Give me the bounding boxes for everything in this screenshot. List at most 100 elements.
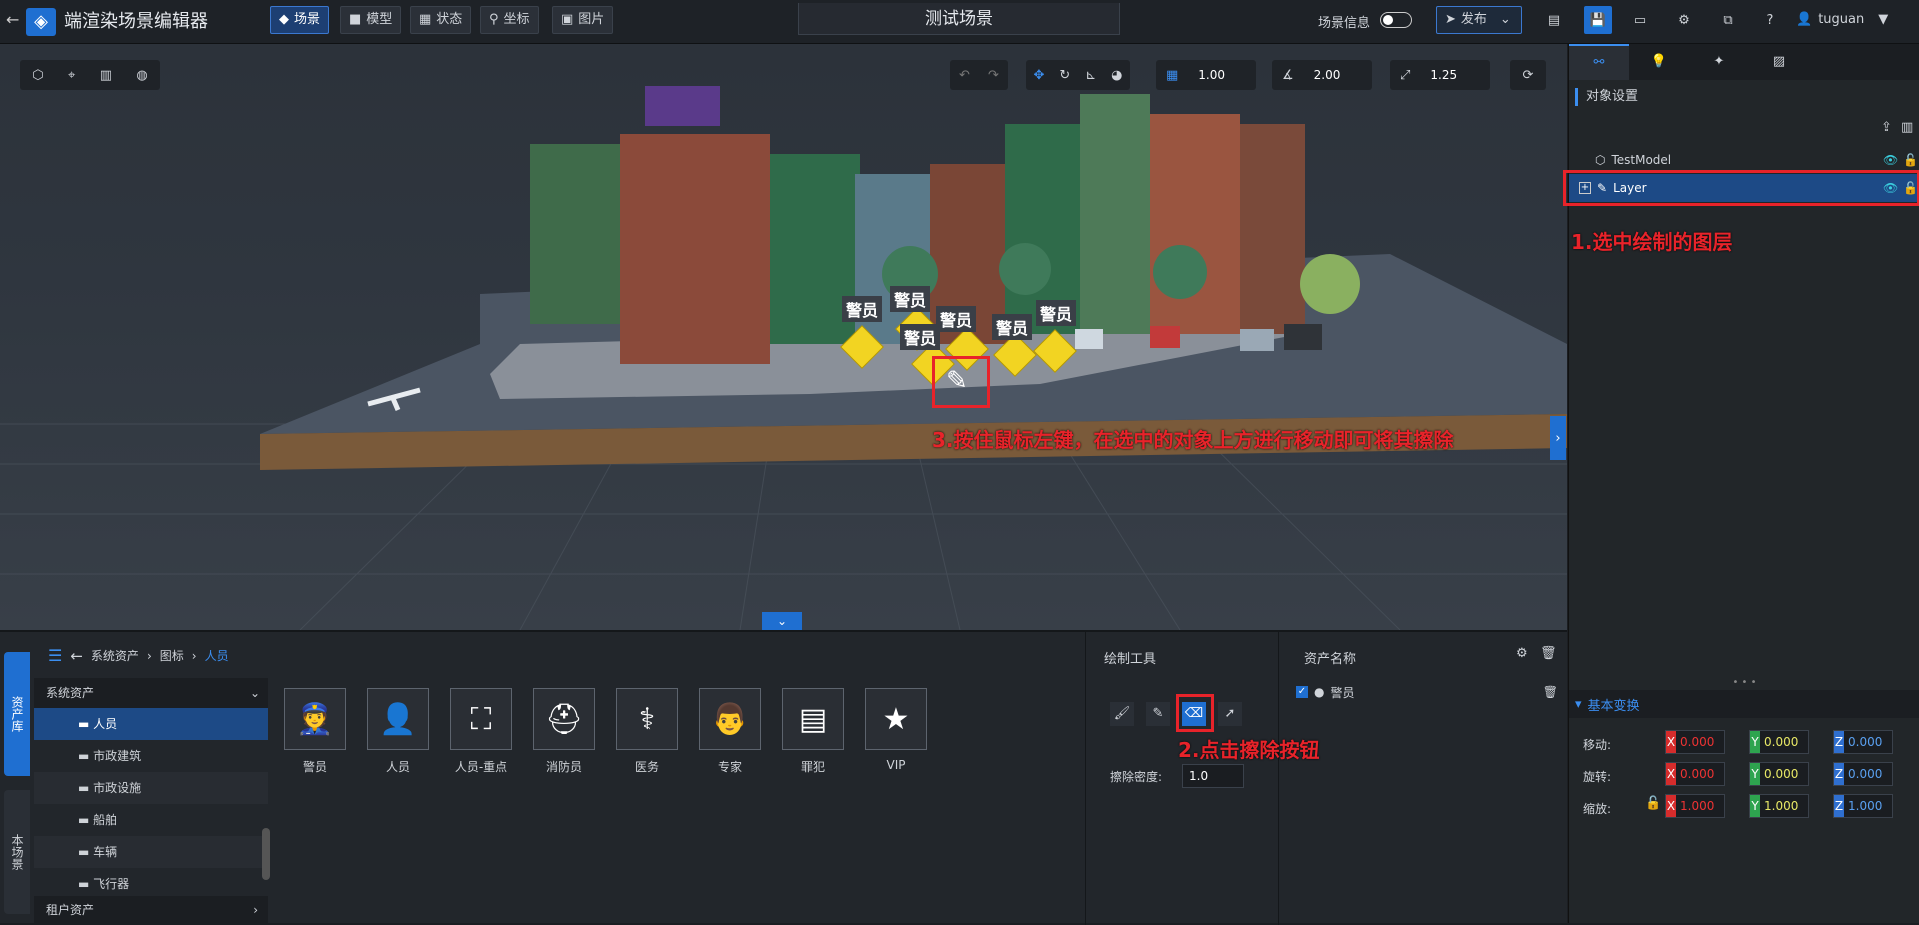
collapse-bottom-panel-button[interactable]: ⌄ — [762, 612, 802, 630]
monitor-icon[interactable]: ▭ — [1626, 6, 1654, 34]
light-tab[interactable]: 💡 — [1629, 44, 1689, 80]
tree-header[interactable]: 系统资产 ⌄ — [34, 678, 268, 708]
rotate-icon[interactable]: ↻ — [1059, 68, 1070, 83]
scale-y-field[interactable]: Y 1.000 — [1749, 794, 1809, 818]
back-icon[interactable]: ← — [70, 647, 83, 665]
tree-item-ships[interactable]: ▬ 船舶 — [34, 804, 268, 836]
tenant-assets-row[interactable]: 租户资产 › — [34, 896, 268, 924]
scale-z-value: 1.000 — [1848, 799, 1883, 813]
asset-expert[interactable]: 👨 专家 — [699, 688, 761, 775]
asset-vip[interactable]: ★ VIP — [865, 688, 927, 772]
move-z-field[interactable]: Z 0.000 — [1833, 730, 1893, 754]
scale-z-field[interactable]: Z 1.000 — [1833, 794, 1893, 818]
grid-snap-control: ▦ 1.00 — [1156, 60, 1256, 90]
view-mode-icon[interactable]: ◕ — [1111, 68, 1122, 83]
breadcrumb-item[interactable]: 图标 — [160, 647, 184, 664]
brush-icon[interactable]: 🖌 — [1110, 702, 1134, 726]
lock-icon[interactable]: 🔓 — [1903, 153, 1918, 167]
breadcrumb-item[interactable]: 人员 — [205, 647, 229, 664]
redo-icon[interactable]: ↷ — [988, 68, 999, 83]
rotate-x-field[interactable]: X 0.000 — [1665, 762, 1725, 786]
visible-eye-icon[interactable]: 👁 — [1883, 153, 1898, 167]
move-x-field[interactable]: X 0.000 — [1665, 730, 1725, 754]
save-icon[interactable]: 💾 — [1584, 6, 1612, 34]
expand-right-panel-button[interactable]: › — [1550, 416, 1566, 460]
user-menu[interactable]: 👤 tuguan ▼ — [1796, 12, 1888, 27]
scale-axis-icon[interactable]: ⊾ — [1085, 68, 1096, 83]
archive-icon[interactable]: ▤ — [1540, 6, 1568, 34]
tab-scene[interactable]: ◆ 场景 — [270, 6, 330, 34]
angle-icon[interactable]: ∡ — [1282, 68, 1294, 83]
tree-scrollbar[interactable] — [262, 828, 270, 880]
menu-icon[interactable]: ☰ — [48, 646, 62, 665]
preview-icon[interactable]: ⧉ — [1714, 6, 1742, 34]
tab-image[interactable]: ▣ 图片 — [552, 6, 614, 34]
side-tab-this-scene[interactable]: 本场景 — [4, 790, 30, 914]
scale-lock-icon[interactable]: 🔓 — [1645, 796, 1661, 811]
expand-icon[interactable]: ⤢ — [1400, 68, 1410, 83]
asset-list-item[interactable]: ✓ ● 警员 🗑 — [1296, 680, 1558, 704]
scene-info-toggle[interactable] — [1380, 12, 1412, 28]
eraser-button-highlight — [1176, 694, 1214, 732]
angle-snap-value[interactable]: 2.00 — [1314, 68, 1341, 82]
breadcrumb-item[interactable]: 系统资产 — [91, 647, 139, 664]
asset-firefighter[interactable]: ⛑ 消防员 — [533, 688, 595, 775]
delete-icon[interactable]: 🗑 — [1543, 685, 1558, 699]
rotate-y-field[interactable]: Y 0.000 — [1749, 762, 1809, 786]
erase-density-input[interactable]: 1.0 — [1182, 764, 1244, 788]
side-tab-asset-library[interactable]: 资产库 — [4, 652, 30, 776]
settings-stack-icon[interactable]: ⚙ — [1670, 6, 1698, 34]
marker-label: 警员 — [992, 314, 1033, 340]
camera-reset-control[interactable]: ⟳ — [1510, 60, 1546, 90]
globe-icon[interactable]: ◍ — [136, 68, 147, 83]
brush-alt-icon[interactable]: ✎ — [1146, 702, 1170, 726]
asset-label: 人员-重点 — [454, 760, 508, 774]
import-icon[interactable]: ⇪ — [1881, 120, 1892, 135]
object-settings-tab[interactable]: ⚯ — [1569, 44, 1629, 80]
cube-view-icon[interactable]: ⬡ — [32, 68, 43, 83]
location-pin-icon[interactable]: ⌖ — [68, 68, 75, 83]
help-icon[interactable]: ? — [1756, 6, 1784, 34]
checkbox-checked-icon[interactable]: ✓ — [1296, 686, 1308, 698]
scale-x-field[interactable]: X 1.000 — [1665, 794, 1725, 818]
settings-gear-icon[interactable]: ⚙ — [1516, 646, 1528, 661]
rotate-z-field[interactable]: Z 0.000 — [1833, 762, 1893, 786]
erase-density-label: 擦除密度: — [1110, 770, 1163, 784]
move-icon[interactable]: ✥ — [1033, 68, 1044, 83]
add-layer-icon[interactable]: ▥ — [1901, 120, 1913, 135]
tab-coordinate[interactable]: ⚲ 坐标 — [480, 6, 539, 34]
move-y-field[interactable]: Y 0.000 — [1749, 730, 1809, 754]
building-add-icon[interactable]: ▥ — [100, 68, 112, 83]
asset-police[interactable]: 👮 警员 — [284, 688, 346, 775]
tab-status[interactable]: ▦ 状态 — [410, 6, 472, 34]
grid-snap-icon[interactable]: ▦ — [1166, 68, 1178, 83]
tree-item-municipal-facilities[interactable]: ▬ 市政设施 — [34, 772, 268, 804]
transform-section-header[interactable]: ▾ 基本变换 — [1569, 690, 1919, 718]
move-y-value: 0.000 — [1764, 735, 1799, 749]
select-arrow-icon[interactable]: ➚ — [1218, 702, 1242, 726]
tab-model[interactable]: ■ 模型 — [340, 6, 402, 34]
tree-item-municipal-buildings[interactable]: ▬ 市政建筑 — [34, 740, 268, 772]
scale-label: 缩放: — [1583, 802, 1612, 816]
asset-key-person[interactable]: ⛶ 人员-重点 — [450, 688, 512, 775]
marker-label: 警员 — [900, 324, 941, 350]
effects-tab[interactable]: ✦ — [1689, 44, 1749, 80]
environment-tab[interactable]: ▨ — [1749, 44, 1809, 80]
asset-criminal[interactable]: ▤ 罪犯 — [782, 688, 844, 775]
delete-all-icon[interactable]: 🗑 — [1540, 646, 1557, 661]
back-arrow-icon[interactable]: ← — [6, 10, 19, 29]
bottom-panel: 资产库 本场景 ☰ ← 系统资产 › 图标 › 人员 系统资产 ⌄ ▬ 人员 ▬ 市政… — [0, 630, 1567, 925]
publish-button[interactable]: ➤ 发布 ⌄ — [1436, 6, 1522, 34]
image-icon: ▣ — [561, 12, 574, 27]
tree-item-personnel[interactable]: ▬ 人员 — [34, 708, 268, 740]
move-z-value: 0.000 — [1848, 735, 1883, 749]
panel-splitter[interactable]: • • • — [1569, 678, 1919, 688]
asset-medical[interactable]: ⚕ 医务 — [616, 688, 678, 775]
scale-snap-value[interactable]: 1.25 — [1430, 68, 1457, 82]
scene-viewport[interactable]: 警员 警员 警员 警员 警员 警员 ✎ 3.按住鼠标左键，在选中的对象上方进行移… — [0, 44, 1567, 630]
undo-redo-toolbar: ↶ ↷ — [950, 60, 1008, 90]
tree-item-vehicles[interactable]: ▬ 车辆 — [34, 836, 268, 868]
undo-icon[interactable]: ↶ — [959, 68, 970, 83]
grid-snap-value[interactable]: 1.00 — [1198, 68, 1225, 82]
asset-person[interactable]: 👤 人员 — [367, 688, 429, 775]
